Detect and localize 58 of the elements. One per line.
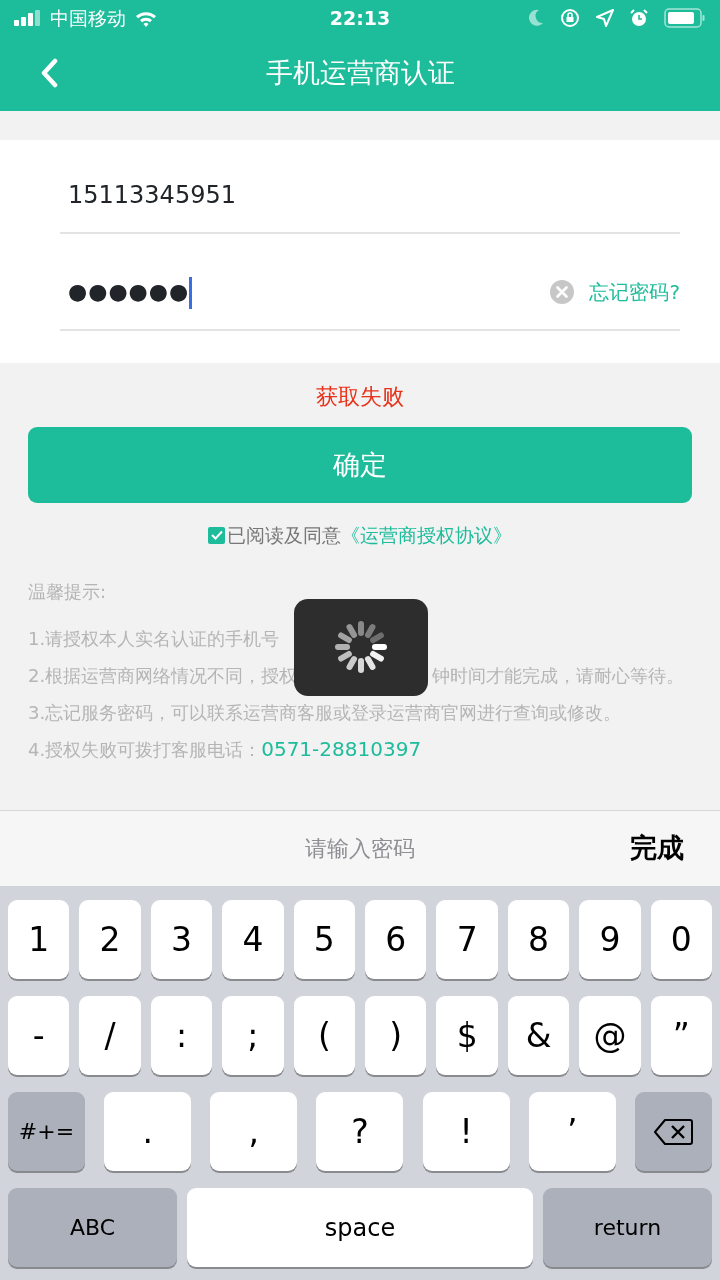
keyboard-key[interactable]: , bbox=[210, 1092, 298, 1171]
keyboard-key[interactable]: ( bbox=[293, 996, 356, 1075]
keyboard-key[interactable]: / bbox=[79, 996, 141, 1075]
status-time: 22:13 bbox=[329, 6, 391, 29]
tips-title: 温馨提示: bbox=[28, 579, 108, 604]
keyboard-key[interactable]: 9 bbox=[579, 900, 641, 979]
agreement-checkbox[interactable] bbox=[208, 526, 225, 544]
keyboard-key[interactable]: ABC bbox=[8, 1188, 177, 1267]
back-icon bbox=[40, 58, 58, 88]
signal-icon bbox=[14, 10, 42, 26]
error-message: 获取失败 bbox=[315, 383, 405, 411]
keyboard-key[interactable]: : bbox=[150, 996, 213, 1075]
backspace-icon bbox=[653, 1117, 694, 1146]
keyboard-key[interactable]: 5 bbox=[293, 900, 356, 979]
space-key[interactable]: space bbox=[187, 1188, 533, 1267]
input-hint: 请输入密码 bbox=[305, 835, 415, 863]
rotation-lock-icon bbox=[560, 8, 580, 28]
keyboard-key[interactable]: . bbox=[104, 1092, 192, 1171]
keyboard-key[interactable]: ’ bbox=[528, 1092, 616, 1171]
moon-icon bbox=[528, 9, 544, 27]
keyboard-key[interactable]: ! bbox=[422, 1092, 510, 1171]
keyboard-key[interactable]: ? bbox=[316, 1092, 404, 1171]
keyboard-key[interactable]: - bbox=[8, 996, 70, 1075]
keyboard-key[interactable]: 6 bbox=[365, 900, 427, 979]
keyboard-key[interactable]: return bbox=[543, 1188, 712, 1267]
page-title: 手机运营商认证 bbox=[265, 56, 455, 91]
keyboard-key[interactable]: 1 bbox=[8, 900, 70, 979]
keyboard-key[interactable]: $ bbox=[436, 996, 498, 1075]
agreement-text: 已阅读及同意 bbox=[227, 523, 341, 548]
keyboard-key[interactable]: 3 bbox=[150, 900, 213, 979]
carrier-name: 中国移动 bbox=[50, 5, 126, 31]
clear-button[interactable] bbox=[549, 279, 576, 305]
tip-text: 钟时间才能完成，请耐心等待。 bbox=[432, 664, 684, 686]
check-icon bbox=[210, 530, 223, 541]
clear-icon bbox=[549, 279, 576, 305]
phone-field[interactable]: 15113345951 bbox=[60, 158, 680, 234]
keyboard-key[interactable]: & bbox=[507, 996, 570, 1075]
location-icon bbox=[596, 9, 614, 27]
keyboard-key[interactable]: 8 bbox=[507, 900, 570, 979]
keyboard-key[interactable]: 0 bbox=[650, 900, 713, 979]
keyboard-key[interactable]: ; bbox=[222, 996, 284, 1075]
keyboard-key[interactable]: ) bbox=[365, 996, 427, 1075]
keyboard-key[interactable]: ” bbox=[650, 996, 713, 1075]
done-button[interactable]: 完成 bbox=[630, 828, 684, 869]
back-button[interactable] bbox=[40, 58, 58, 88]
keyboard-key[interactable]: 7 bbox=[436, 900, 498, 979]
tip-text: 3.忘记服务密码，可以联系运营商客服或登录运营商官网进行查询或修改。 bbox=[28, 701, 622, 723]
keyboard-key[interactable]: #+= bbox=[8, 1092, 85, 1171]
battery-icon bbox=[664, 8, 706, 28]
keyboard-key[interactable]: 2 bbox=[79, 900, 141, 979]
tip-text: 4.授权失败可拨打客服电话： bbox=[28, 738, 262, 760]
keyboard-key[interactable]: 4 bbox=[222, 900, 284, 979]
alarm-icon bbox=[630, 9, 648, 27]
tip-text: 1.请授权本人实名认证的手机号 bbox=[28, 627, 280, 649]
password-field[interactable]: ●●●●●● bbox=[60, 275, 550, 309]
backspace-key[interactable] bbox=[634, 1092, 712, 1171]
keyboard-key[interactable]: @ bbox=[579, 996, 641, 1075]
wifi-icon bbox=[134, 9, 158, 27]
